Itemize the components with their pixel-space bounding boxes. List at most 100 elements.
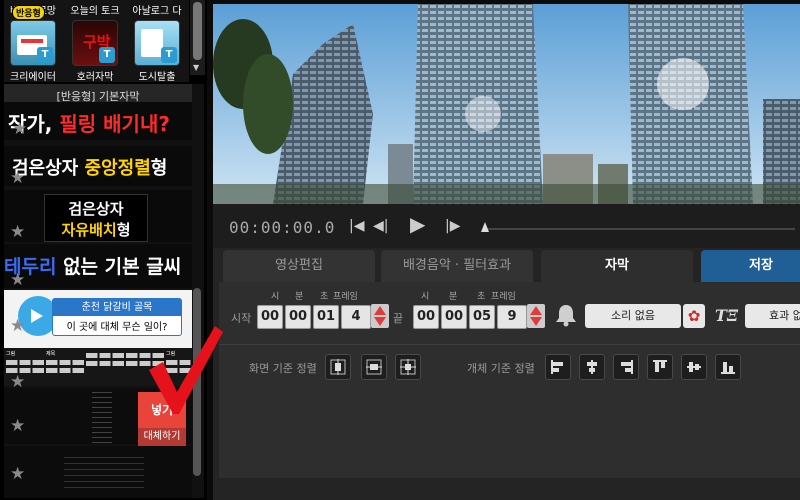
- favorite-star-icon[interactable]: ★: [10, 224, 25, 241]
- template-tile[interactable]: 검은상자 중앙정렬형: [4, 146, 192, 186]
- start-second-field[interactable]: 01: [313, 305, 339, 329]
- subtitle-settings: 시작 시 분 초 프레임 00 00 01 4 끝 시 분 초 프레임 00 0…: [219, 282, 800, 478]
- category-scrollbar[interactable]: ▼: [190, 0, 205, 75]
- end-stepper[interactable]: [527, 304, 545, 328]
- banner-title: 춘천 닭갈비 골목: [53, 299, 181, 316]
- template-tile[interactable]: [4, 446, 192, 498]
- align-horizontal-center-icon[interactable]: [579, 354, 605, 380]
- category-bottom-label: 크리에이터: [10, 72, 56, 83]
- gear-icon[interactable]: ✿: [683, 304, 705, 328]
- hour-label: 시: [421, 292, 430, 302]
- hour-label: 시: [271, 292, 280, 302]
- increment-arrow-icon[interactable]: [530, 306, 542, 315]
- template-text: 형: [116, 221, 131, 239]
- favorite-star-icon[interactable]: ★: [12, 121, 27, 138]
- responsive-badge: 반응형: [12, 5, 45, 20]
- end-minute-field[interactable]: 00: [441, 305, 467, 329]
- sound-select[interactable]: 소리 없음: [585, 304, 681, 328]
- bell-icon[interactable]: [553, 302, 579, 328]
- align-vertical-center-icon[interactable]: [681, 354, 707, 380]
- template-text: 검은상자: [68, 200, 124, 218]
- category-top-label: 오늘의 토크: [70, 6, 120, 17]
- t-icon: T: [99, 47, 115, 63]
- template-text: 없는 기본 글씨: [56, 256, 182, 278]
- align-screen-center-icon[interactable]: [395, 354, 421, 380]
- template-tile[interactable]: 작가, 필링 배기내?: [4, 102, 192, 140]
- favorite-star-icon[interactable]: ★: [10, 272, 25, 289]
- favorite-star-icon[interactable]: ★: [10, 170, 25, 187]
- play-icon: [31, 309, 43, 323]
- category-bottom-label: 호러자막: [76, 72, 114, 83]
- category-bottom-label: 도시탈출: [138, 72, 176, 83]
- editor-panel: 영상편집 배경음악 · 필터효과 자막 저장 시작 시 분 초 프레임 00 0…: [213, 248, 800, 500]
- end-second-field[interactable]: 05: [469, 305, 495, 329]
- category-item-0[interactable]: 바캉스로망 T 반응형 크리에이터: [4, 2, 62, 83]
- frame-label: 프레임: [333, 292, 358, 302]
- timecode-display: 00:00:00.0: [229, 218, 336, 237]
- align-bottom-icon[interactable]: [715, 354, 741, 380]
- align-top-icon[interactable]: [647, 354, 673, 380]
- tab-bgm-filter[interactable]: 배경음악 · 필터효과: [381, 250, 533, 282]
- template-list: [반응형] 기본자막 작가, 필링 배기내? ★ 검은상자 중앙정렬형 ★ 검은…: [4, 84, 204, 498]
- template-accent-text: 중앙정렬: [84, 158, 151, 179]
- increment-arrow-icon[interactable]: [374, 306, 386, 315]
- preview-frame-image: [213, 4, 800, 204]
- scroll-down-arrow-icon[interactable]: ▼: [193, 63, 199, 72]
- seek-track[interactable]: [485, 228, 795, 230]
- end-frame-field[interactable]: 9: [497, 305, 527, 329]
- category-strip: 바캉스로망 T 반응형 크리에이터 오늘의 토크 구박 T 호러자막 아날로그 …: [4, 0, 189, 83]
- end-hour-field[interactable]: 00: [413, 305, 439, 329]
- category-item-2[interactable]: 아날로그 다 T 도시탈출: [128, 2, 186, 83]
- category-top-label: 아날로그 다: [132, 6, 182, 17]
- play-icon[interactable]: ▶: [410, 214, 425, 234]
- category-thumbnail: T: [10, 20, 56, 66]
- replace-button[interactable]: 대체하기: [138, 428, 186, 446]
- align-screen-vertical-center-icon[interactable]: [361, 354, 387, 380]
- screen-align-label: 화면 기준 정렬: [249, 362, 317, 375]
- template-tile[interactable]: 검은상자 자유배치형: [4, 190, 192, 242]
- category-thumbnail: T: [134, 20, 180, 66]
- previous-frame-icon[interactable]: ◀|: [373, 216, 388, 236]
- next-frame-icon[interactable]: |▶: [445, 216, 460, 236]
- align-right-icon[interactable]: [613, 354, 639, 380]
- section-divider: [219, 344, 800, 345]
- second-label: 초: [320, 292, 329, 302]
- object-align-label: 개체 기준 정렬: [467, 362, 535, 375]
- t-icon: T: [161, 47, 177, 63]
- mini-tile-label: 그림: [6, 351, 16, 357]
- decrement-arrow-icon[interactable]: [530, 317, 542, 326]
- skip-to-start-icon[interactable]: |◀: [349, 216, 364, 236]
- end-label: 끝: [393, 312, 404, 325]
- template-accent-text: 자유배치: [61, 221, 117, 239]
- scrollbar-thumb[interactable]: [193, 2, 202, 60]
- favorite-star-icon[interactable]: ★: [10, 466, 25, 483]
- mini-tile-label: 제목: [46, 351, 56, 357]
- second-label: 초: [477, 292, 486, 302]
- favorite-star-icon[interactable]: ★: [10, 318, 25, 335]
- video-preview: [213, 4, 800, 204]
- tab-video-edit[interactable]: 영상편집: [223, 250, 375, 282]
- effect-select[interactable]: 효과 없: [745, 304, 800, 328]
- tab-save[interactable]: 저장: [701, 250, 800, 282]
- playhead-handle[interactable]: [481, 222, 489, 232]
- template-accent-text: 필링 배기내?: [59, 112, 170, 136]
- start-frame-field[interactable]: 4: [341, 305, 371, 329]
- minute-label: 분: [295, 292, 304, 302]
- playback-bar: 00:00:00.0 |◀ ◀| ▶ |▶: [213, 204, 800, 248]
- template-text: 형: [150, 158, 168, 179]
- decrement-arrow-icon[interactable]: [374, 317, 386, 326]
- t-icon: T: [37, 47, 53, 63]
- minute-label: 분: [449, 292, 458, 302]
- frame-label: 프레임: [491, 292, 516, 302]
- tab-subtitle[interactable]: 자막: [541, 250, 693, 282]
- text-effect-icon: TΞ: [715, 306, 739, 325]
- template-tile[interactable]: 테두리 없는 기본 글씨: [4, 244, 192, 288]
- start-label: 시작: [231, 312, 252, 325]
- start-stepper[interactable]: [371, 304, 389, 328]
- start-minute-field[interactable]: 00: [285, 305, 311, 329]
- favorite-star-icon[interactable]: ★: [10, 418, 25, 435]
- align-left-icon[interactable]: [545, 354, 571, 380]
- start-hour-field[interactable]: 00: [257, 305, 283, 329]
- category-item-1[interactable]: 오늘의 토크 구박 T 호러자막: [66, 2, 124, 83]
- align-screen-horizontal-center-icon[interactable]: [325, 354, 351, 380]
